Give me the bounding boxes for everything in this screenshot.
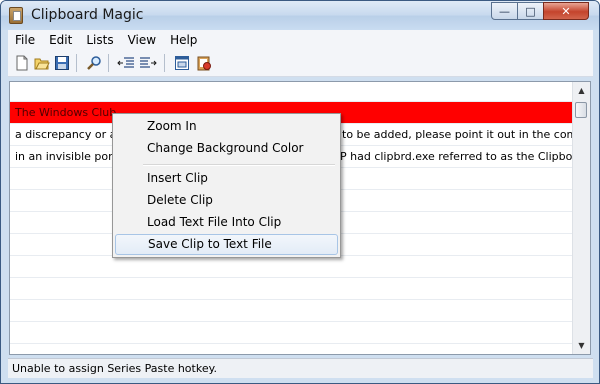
- scroll-up-icon[interactable]: ▲: [573, 82, 590, 99]
- toolbar-separator: [108, 54, 109, 72]
- menu-lists[interactable]: Lists: [79, 33, 120, 47]
- menu-separator: [143, 164, 335, 166]
- save-icon[interactable]: [52, 53, 72, 73]
- toolbar-separator: [164, 54, 165, 72]
- menu-file[interactable]: File: [8, 33, 42, 47]
- clipboard-app-icon: [9, 7, 23, 24]
- menu-item-zoom-in[interactable]: Zoom In: [115, 116, 338, 137]
- properties-icon[interactable]: [172, 53, 192, 73]
- search-icon[interactable]: [84, 53, 104, 73]
- toolbar-separator: [76, 54, 77, 72]
- new-icon[interactable]: [12, 53, 32, 73]
- clip-text: in an invisible portio: [15, 150, 127, 163]
- menu-item-save-clip-to-text-file[interactable]: Save Clip to Text File: [115, 234, 338, 255]
- scroll-down-icon[interactable]: ▼: [573, 337, 590, 354]
- list-item[interactable]: [10, 278, 572, 300]
- status-bar: Unable to assign Series Paste hotkey.: [8, 358, 593, 378]
- menu-item-insert-clip[interactable]: Insert Clip: [115, 168, 338, 189]
- scroll-thumb[interactable]: [575, 102, 587, 118]
- indent-right-icon[interactable]: [138, 53, 158, 73]
- open-folder-icon[interactable]: [32, 53, 52, 73]
- maximize-button[interactable]: □: [517, 2, 544, 20]
- menu-item-load-text-file[interactable]: Load Text File Into Clip: [115, 212, 338, 233]
- indent-left-icon[interactable]: [116, 53, 136, 73]
- minimize-button[interactable]: —: [491, 2, 518, 20]
- menu-bar: File Edit Lists View Help: [8, 30, 593, 50]
- menu-edit[interactable]: Edit: [42, 33, 79, 47]
- clip-text: The Windows Club: [15, 106, 117, 119]
- status-text: Unable to assign Series Paste hotkey.: [12, 362, 218, 375]
- clip-text: a discrepancy or a n: [15, 128, 127, 141]
- menu-help[interactable]: Help: [163, 33, 204, 47]
- vertical-scrollbar[interactable]: ▲ ▼: [572, 82, 590, 354]
- list-item[interactable]: [10, 300, 572, 322]
- title-bar[interactable]: Clipboard Magic — □ ✕: [1, 1, 599, 30]
- menu-item-change-background-color[interactable]: Change Background Color: [115, 138, 338, 159]
- window-title: Clipboard Magic: [31, 7, 144, 23]
- close-button[interactable]: ✕: [543, 2, 589, 20]
- toolbar: [8, 50, 593, 77]
- menu-view[interactable]: View: [121, 33, 163, 47]
- list-item[interactable]: [10, 322, 572, 344]
- clipboard-settings-icon[interactable]: [194, 53, 214, 73]
- list-item[interactable]: [10, 82, 572, 102]
- clip-text: to be added, please point it out in the …: [342, 128, 572, 141]
- clip-text: P had clipbrd.exe referred to as the Cli…: [340, 150, 572, 163]
- list-item[interactable]: [10, 256, 572, 278]
- menu-item-delete-clip[interactable]: Delete Clip: [115, 190, 338, 211]
- context-menu: Zoom In Change Background Color Insert C…: [112, 113, 341, 258]
